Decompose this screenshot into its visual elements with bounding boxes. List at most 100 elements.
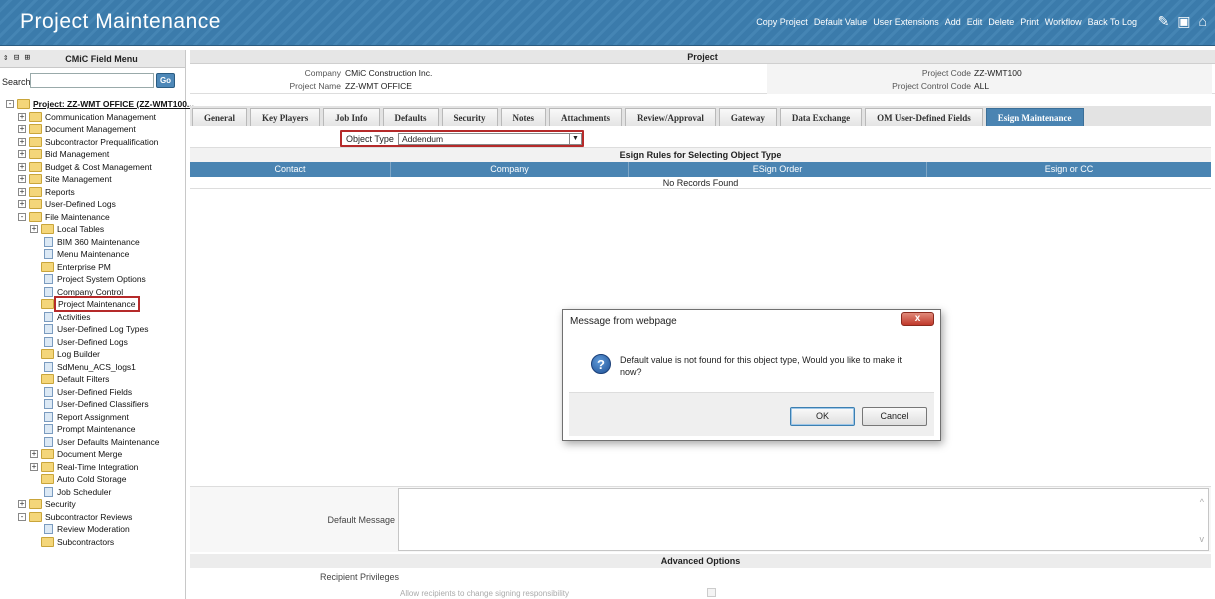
collapse-icon[interactable]: - [18,212,26,221]
tree-item[interactable]: Subcontractors [0,536,186,549]
tree-item[interactable]: User Defaults Maintenance [0,436,186,449]
expand-icon[interactable]: + [18,137,26,146]
tree-item[interactable]: SdMenu_ACS_logs1 [0,361,186,374]
expand-icon[interactable]: + [18,125,26,133]
tree-item[interactable]: BIM 360 Maintenance [0,236,186,249]
tree-item[interactable]: + Real-Time Integration [0,461,186,474]
object-type-select[interactable]: Addendum ▼ [398,133,582,145]
tree-item[interactable]: + Budget & Cost Management [0,161,186,174]
tree-item[interactable]: Default Filters [0,373,186,386]
folder-icon [41,536,54,547]
tree-item[interactable]: - Project: ZZ-WMT OFFICE (ZZ-WMT100... [0,98,194,111]
tab-esign-maintenance[interactable]: Esign Maintenance [985,108,1084,126]
tree-item[interactable]: + Communication Management [0,111,186,124]
chevron-down-icon[interactable]: ▼ [569,134,581,144]
tree-item[interactable]: + Local Tables [0,223,186,236]
tab-notes[interactable]: Notes [500,108,547,126]
app-title: Project Maintenance [20,10,221,33]
collapse-icon[interactable]: - [6,100,14,108]
tree-item[interactable]: Project System Options [0,273,186,286]
question-icon: ? [591,354,611,374]
tree-item-label: Security [45,499,76,509]
column-contact[interactable]: Contact [190,162,391,177]
close-button[interactable]: x [901,312,934,326]
expand-icon[interactable]: + [30,225,38,233]
tree-item[interactable]: Report Assignment [0,411,186,424]
page-icon [44,311,53,322]
expand-icon[interactable]: + [18,200,26,208]
default-value-link[interactable]: Default Value [814,17,867,27]
user-extensions-link[interactable]: User Extensions [873,17,939,27]
dialog-titlebar[interactable]: Message from webpage x [563,310,940,332]
tree-item[interactable]: Project Maintenance [0,296,186,312]
tree-item[interactable]: + User-Defined Logs [0,198,186,211]
edit-note-icon[interactable]: ✎ [1158,13,1170,29]
app-header: Project Maintenance Copy Project Default… [0,0,1215,46]
workflow-link[interactable]: Workflow [1045,17,1082,27]
tree-item[interactable]: - File Maintenance [0,211,186,224]
project-control-value: ALL [974,81,990,91]
expand-icon[interactable]: + [18,500,26,508]
tree-item[interactable]: User-Defined Fields [0,386,186,399]
tab-job-info[interactable]: Job Info [323,108,380,126]
tab-gateway[interactable]: Gateway [718,108,777,126]
tree-item[interactable]: Job Scheduler [0,486,186,499]
home-icon[interactable]: ⌂ [1199,13,1207,29]
expand-icon[interactable]: + [30,462,38,471]
default-message-textarea[interactable]: ^ v [398,488,1209,551]
ok-button[interactable]: OK [790,407,855,426]
tree-item[interactable]: Menu Maintenance [0,248,186,261]
tab-general[interactable]: General [192,108,247,126]
go-button[interactable]: Go [156,73,175,88]
delete-link[interactable]: Delete [988,17,1014,27]
tab-om-user-defined-fields[interactable]: OM User-Defined Fields [865,108,983,126]
folder-icon [41,299,54,309]
tree-item[interactable]: + Document Management [0,123,186,136]
tree-item[interactable]: + Reports [0,186,186,199]
expand-icon[interactable]: + [18,112,26,121]
tab-data-exchange[interactable]: Data Exchange [779,108,863,126]
column-company[interactable]: Company [391,162,629,177]
expand-icon[interactable]: + [18,150,26,158]
tree-item[interactable]: + Document Merge [0,448,186,461]
calendar-icon[interactable]: ▣ [1177,13,1190,29]
tree-item[interactable]: Review Moderation [0,523,186,536]
column-esign-order[interactable]: ESign Order [629,162,927,177]
back-to-log-link[interactable]: Back To Log [1088,17,1137,27]
scroll-down-icon[interactable]: v [1200,534,1205,544]
sidebar-title: CMiC Field Menu [65,54,138,64]
tree-item[interactable]: Enterprise PM [0,261,186,274]
expand-icon[interactable]: + [30,450,38,458]
tree-item[interactable]: User-Defined Logs [0,336,186,349]
search-input[interactable] [30,73,154,88]
tree-item[interactable]: - Subcontractor Reviews [0,511,186,524]
tree-item[interactable]: User-Defined Log Types [0,323,186,336]
tree-item[interactable]: Auto Cold Storage [0,473,186,486]
tree-item[interactable]: Prompt Maintenance [0,423,186,436]
tree-item[interactable]: + Bid Management [0,148,186,161]
scroll-up-icon[interactable]: ^ [1200,497,1204,507]
tree-item[interactable]: Company Control [0,286,186,299]
expand-icon[interactable]: + [18,162,26,171]
tab-defaults[interactable]: Defaults [382,108,439,126]
collapse-icon[interactable]: - [18,512,26,521]
allow-change-checkbox[interactable] [707,588,716,597]
expand-icon[interactable]: + [18,187,26,196]
edit-link[interactable]: Edit [967,17,983,27]
tab-review-approval[interactable]: Review/Approval [625,108,716,126]
tab-attachments[interactable]: Attachments [549,108,623,126]
column-esign-or-cc[interactable]: Esign or CC [927,162,1211,177]
tree-item[interactable]: Log Builder [0,348,186,361]
tree-item[interactable]: User-Defined Classifiers [0,398,186,411]
print-link[interactable]: Print [1020,17,1039,27]
cancel-button[interactable]: Cancel [862,407,927,426]
copy-project-link[interactable]: Copy Project [756,17,808,27]
add-link[interactable]: Add [945,17,961,27]
tab-key-players[interactable]: Key Players [250,108,321,126]
expand-icon[interactable]: + [18,175,26,183]
tab-security[interactable]: Security [441,108,498,126]
tree-item[interactable]: + Security [0,498,186,511]
tree-item[interactable]: Activities [0,311,186,324]
tree-item[interactable]: + Subcontractor Prequalification [0,136,186,149]
tree-item[interactable]: + Site Management [0,173,186,186]
